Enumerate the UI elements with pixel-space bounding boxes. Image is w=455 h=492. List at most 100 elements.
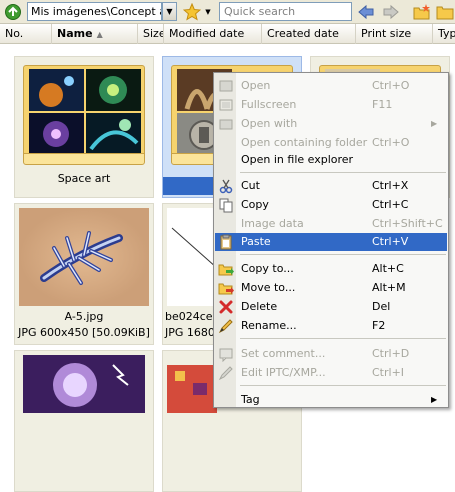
paste-icon (218, 234, 234, 250)
menu-item-shortcut: F2 (372, 319, 386, 332)
menu-item-label: Copy (241, 198, 269, 211)
menu-item-shortcut: Ctrl+V (372, 235, 409, 248)
forward-arrow-icon[interactable] (381, 2, 401, 22)
copy-icon (218, 197, 234, 213)
menu-item-rename[interactable]: Rename... F2 (215, 317, 447, 335)
menu-item-shortcut: Ctrl+C (372, 198, 409, 211)
column-type[interactable]: Type (433, 24, 455, 44)
column-no-label: No. (5, 27, 24, 40)
submenu-arrow-icon: ▶ (431, 395, 438, 404)
menu-item-move-to[interactable]: Move to... Alt+M (215, 279, 447, 297)
menu-item-shortcut: F11 (372, 98, 393, 111)
thumbnail-item[interactable]: Space art (14, 56, 154, 198)
menu-item-shortcut: Alt+C (372, 262, 404, 275)
menu-item-paste[interactable]: Paste Ctrl+V (215, 233, 447, 251)
menu-separator (240, 385, 446, 386)
folder-preview-image (29, 69, 141, 155)
menu-item-open-with[interactable]: Open with ▶ (215, 115, 447, 133)
back-arrow-icon[interactable] (356, 2, 376, 22)
menu-item-delete[interactable]: Delete Del (215, 298, 447, 316)
column-size[interactable]: Size (138, 24, 164, 44)
open-with-icon (218, 116, 234, 132)
cut-icon (218, 178, 234, 194)
image-thumbnail-red-art (167, 365, 217, 413)
toolbar: Mis imágenes\Concept art\ ▼ ▼ Quick sear… (0, 0, 455, 24)
path-input-value: Mis imágenes\Concept art\ (31, 5, 161, 18)
image-thumbnail-purple-art (23, 355, 145, 413)
column-no[interactable]: No. (0, 24, 52, 44)
menu-item-label: Open containing folder (241, 136, 368, 149)
iptc-icon (218, 365, 234, 381)
open-icon (218, 78, 234, 94)
fullscreen-icon (218, 97, 234, 113)
menu-item-copy-to[interactable]: Copy to... Alt+C (215, 260, 447, 278)
menu-separator (240, 338, 446, 339)
menu-item-label: Open with (241, 117, 298, 130)
menu-separator (240, 254, 446, 255)
menu-item-label: Delete (241, 300, 278, 313)
dropdown-arrow-icon: ▼ (166, 7, 173, 16)
menu-item-open-containing-folder[interactable]: Open containing folder Ctrl+O (215, 134, 447, 152)
column-modified-label: Modified date (169, 27, 245, 40)
menu-item-copy[interactable]: Copy Ctrl+C (215, 196, 447, 214)
menu-item-label: Cut (241, 179, 260, 192)
menu-item-label: Fullscreen (241, 98, 297, 111)
thumbnail-item[interactable]: A-5.jpg JPG 600x450 [50.09KiB] (14, 203, 154, 345)
menu-item-label: Open in file explorer (241, 153, 354, 166)
menu-item-open-in-file-explorer[interactable]: Open in file explorer (215, 151, 447, 169)
column-header: No. Name ▲ Size Modified date Created dat… (0, 24, 455, 44)
thumbnail-caption: Space art (57, 172, 111, 185)
menu-item-set-comment[interactable]: Set comment... Ctrl+D (215, 345, 447, 363)
menu-item-shortcut: Ctrl+Shift+C (372, 217, 443, 230)
menu-separator (240, 172, 446, 173)
comment-icon (218, 346, 234, 363)
favorites-star-icon[interactable] (182, 2, 202, 22)
image-thumbnail-sea-slug (19, 208, 149, 306)
thumbnail-info: JPG 600x450 [50.09KiB] (18, 326, 150, 339)
menu-item-shortcut: Ctrl+I (372, 366, 405, 379)
column-size-label: Size (143, 27, 164, 40)
menu-item-shortcut: Ctrl+D (372, 347, 410, 360)
menu-item-label: Paste (241, 235, 271, 248)
menu-item-fullscreen[interactable]: Fullscreen F11 (215, 96, 447, 114)
menu-item-shortcut: Ctrl+X (372, 179, 409, 192)
up-folder-icon[interactable] (3, 2, 23, 22)
menu-item-label: Move to... (241, 281, 296, 294)
column-modified-date[interactable]: Modified date (164, 24, 262, 44)
path-input[interactable]: Mis imágenes\Concept art\ (27, 2, 162, 21)
move-to-icon (218, 280, 234, 296)
delete-icon (218, 299, 234, 315)
folder-icon[interactable] (435, 2, 455, 22)
menu-item-tag[interactable]: Tag ▶ (215, 391, 447, 409)
menu-item-label: Edit IPTC/XMP... (241, 366, 326, 379)
new-folder-icon[interactable] (412, 2, 432, 22)
column-name-label: Name (57, 27, 93, 40)
column-created-label: Created date (267, 27, 339, 40)
menu-item-image-data[interactable]: Image data Ctrl+Shift+C (215, 215, 447, 233)
column-print-size[interactable]: Print size (356, 24, 433, 44)
favorites-dropdown-icon[interactable]: ▼ (202, 2, 214, 22)
menu-item-shortcut: Ctrl+O (372, 136, 410, 149)
column-created-date[interactable]: Created date (262, 24, 356, 44)
menu-item-label: Tag (241, 393, 260, 406)
copy-to-icon (218, 261, 234, 277)
context-menu: Open Ctrl+O Fullscreen F11 Open with ▶ O… (213, 72, 449, 408)
menu-item-cut[interactable]: Cut Ctrl+X (215, 177, 447, 195)
submenu-arrow-icon: ▶ (431, 119, 438, 128)
menu-item-shortcut: Del (372, 300, 391, 313)
folder-front (23, 153, 145, 165)
menu-item-label: Set comment... (241, 347, 326, 360)
column-print-size-label: Print size (361, 27, 412, 40)
menu-item-label: Copy to... (241, 262, 294, 275)
quick-search-placeholder: Quick search (224, 5, 296, 18)
rename-icon (218, 318, 234, 334)
column-name[interactable]: Name ▲ (52, 24, 138, 44)
menu-item-open[interactable]: Open Ctrl+O (215, 77, 447, 95)
path-dropdown-button[interactable]: ▼ (162, 2, 177, 21)
thumbnail-caption: A-5.jpg (64, 310, 104, 323)
menu-item-shortcut: Ctrl+O (372, 79, 410, 92)
quick-search-input[interactable]: Quick search (219, 2, 352, 21)
thumbnail-item[interactable] (14, 350, 154, 492)
column-type-label: Type (438, 27, 455, 40)
menu-item-edit-iptc-xmp[interactable]: Edit IPTC/XMP... Ctrl+I (215, 364, 447, 382)
